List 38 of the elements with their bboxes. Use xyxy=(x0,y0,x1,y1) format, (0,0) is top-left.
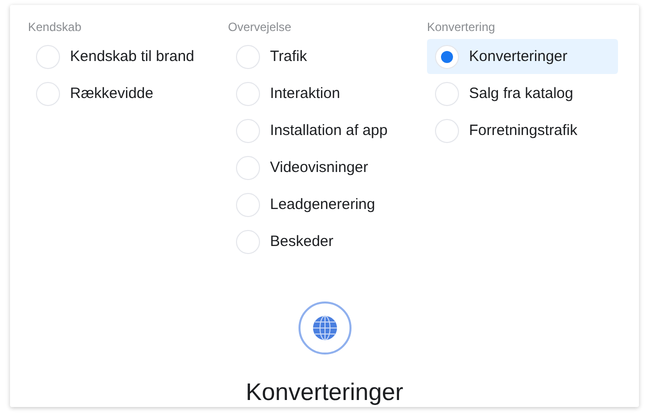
globe-icon xyxy=(298,301,352,355)
option-label: Forretningstrafik xyxy=(469,122,578,139)
group-heading: Overvejelse xyxy=(228,21,292,36)
option-label: Trafik xyxy=(270,48,307,65)
option-label: Salg fra katalog xyxy=(469,85,574,102)
option-label: Leadgenerering xyxy=(270,196,376,213)
radio-button[interactable] xyxy=(236,156,260,180)
objective-option[interactable]: Salg fra katalog xyxy=(427,76,618,111)
objective-title: Konverteringer xyxy=(246,379,404,407)
radio-button[interactable] xyxy=(236,230,260,254)
group-heading: Konvertering xyxy=(427,21,496,36)
objective-option[interactable]: Kendskab til brand xyxy=(28,39,228,74)
option-label: Konverteringer xyxy=(469,48,568,65)
group-heading: Kendskab xyxy=(28,21,82,36)
radio-button[interactable] xyxy=(236,44,260,68)
objective-option[interactable]: Interaktion xyxy=(228,76,427,111)
radio-button[interactable] xyxy=(36,82,60,106)
radio-button[interactable] xyxy=(236,118,260,142)
radio-button[interactable] xyxy=(435,118,459,142)
objective-option[interactable]: Trafik xyxy=(228,39,427,74)
option-label: Rækkevidde xyxy=(70,85,154,102)
option-label: Videovisninger xyxy=(270,159,368,176)
option-label: Installation af app xyxy=(270,122,388,139)
radio-button[interactable] xyxy=(236,192,260,216)
objective-option[interactable]: Forretningstrafik xyxy=(427,113,618,148)
objective-option[interactable]: Beskeder xyxy=(228,224,427,259)
option-label: Interaktion xyxy=(270,85,340,102)
objective-option[interactable]: Leadgenerering xyxy=(228,187,427,222)
objective-option[interactable]: Konverteringer xyxy=(427,39,618,74)
radio-button[interactable] xyxy=(236,82,260,106)
radio-button[interactable] xyxy=(435,82,459,106)
objective-option[interactable]: Rækkevidde xyxy=(28,76,228,111)
radio-button[interactable] xyxy=(435,44,459,68)
objective-option[interactable]: Videovisninger xyxy=(228,150,427,185)
objective-option[interactable]: Installation af app xyxy=(228,113,427,148)
option-label: Beskeder xyxy=(270,233,334,250)
radio-button[interactable] xyxy=(36,44,60,68)
option-label: Kendskab til brand xyxy=(70,48,194,65)
